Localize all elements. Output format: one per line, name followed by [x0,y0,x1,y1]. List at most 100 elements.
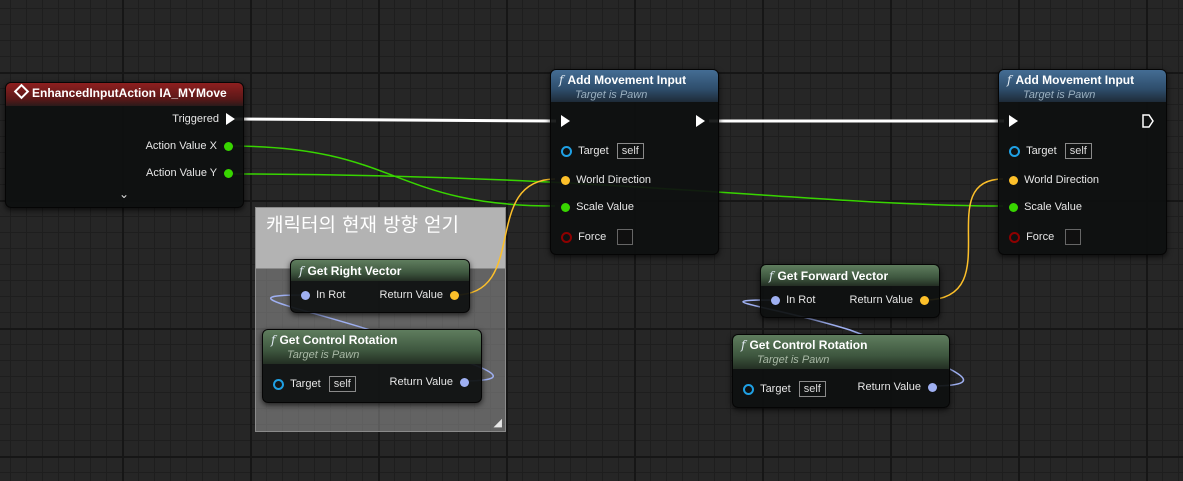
pin-return-value-label: Return Value [857,381,921,393]
pin-in-rot-label: In Rot [786,294,816,306]
exec-pin-icon[interactable] [561,115,570,128]
node-title: Get Control Rotation [279,333,398,347]
pin-target[interactable]: Target self [561,143,644,159]
get-control-rotation-header[interactable]: f Get Control Rotation Target is Pawn [263,330,481,364]
pin-world-direction[interactable]: World Direction [561,174,651,186]
pin-action-value-x-label: Action Value X [145,140,217,152]
rotator-pin-icon[interactable] [771,295,780,305]
node-title: Get Control Rotation [749,338,868,352]
target-self-field[interactable]: self [328,376,356,392]
rotator-pin-icon[interactable] [301,290,310,300]
get-right-vector-header[interactable]: f Get Right Vector [291,260,469,281]
pin-return-value[interactable]: Return Value [850,294,929,306]
pin-action-value-y[interactable]: Action Value Y [146,167,233,179]
exec-pin-icon[interactable] [226,113,235,126]
event-node-header[interactable]: EnhancedInputAction IA_MYMove [6,83,243,106]
force-checkbox[interactable] [1065,229,1082,245]
pin-in-rot[interactable]: In Rot [301,289,345,301]
vector-pin-icon[interactable] [450,290,459,300]
add-movement-input-node-2[interactable]: f Add Movement Input Target is Pawn Targe… [998,69,1167,255]
pin-world-direction[interactable]: World Direction [1009,174,1099,186]
event-diamond-icon [13,83,30,100]
pin-target-label: Target [1026,144,1057,157]
add-movement-input-header[interactable]: f Add Movement Input Target is Pawn [551,70,718,102]
pin-target-label: Target [578,144,609,157]
pin-return-value[interactable]: Return Value [858,381,937,393]
get-right-vector-node[interactable]: f Get Right Vector In Rot Return Value [290,259,470,313]
exec-pin-icon[interactable] [1009,115,1018,128]
pin-triggered-label: Triggered [172,113,219,125]
add-movement-input-header[interactable]: f Add Movement Input Target is Pawn [999,70,1166,102]
pin-force[interactable]: Force [1009,229,1082,245]
bool-pin-icon[interactable] [1009,231,1020,243]
pin-return-value-label: Return Value [379,289,443,301]
exec-out-pin[interactable] [696,115,705,128]
target-self-field[interactable]: self [1064,143,1092,159]
pin-target-label: Target [290,377,321,390]
vector-pin-icon[interactable] [1009,175,1018,185]
exec-in-pin[interactable] [561,115,570,128]
force-checkbox[interactable] [617,229,634,245]
float-pin-icon[interactable] [224,141,233,151]
exec-pin-icon[interactable] [696,115,705,128]
float-pin-icon[interactable] [561,202,570,212]
function-icon: f [271,333,276,347]
get-forward-vector-header[interactable]: f Get Forward Vector [761,265,939,286]
pin-world-direction-label: World Direction [576,174,652,186]
rotator-pin-icon[interactable] [460,377,469,387]
event-node-ia-mymove[interactable]: EnhancedInputAction IA_MYMove Triggered … [5,82,244,208]
float-wire-x [228,145,556,207]
get-control-rotation-node-1[interactable]: f Get Control Rotation Target is Pawn Tar… [262,329,482,403]
node-title: Add Movement Input [1015,73,1135,87]
resize-handle-icon[interactable]: ◢ [494,416,502,429]
node-subtitle: Target is Pawn [757,354,830,366]
bool-pin-icon[interactable] [561,231,572,243]
pin-return-value[interactable]: Return Value [380,289,459,301]
expand-chevron-icon[interactable]: ⌄ [119,187,129,201]
pin-triggered[interactable]: Triggered [172,113,235,126]
node-title: Add Movement Input [567,73,687,87]
pin-force-label: Force [578,230,607,243]
exec-in-pin[interactable] [1009,115,1018,128]
node-title: Get Forward Vector [777,269,889,283]
pin-target[interactable]: Target self [743,381,826,397]
node-subtitle: Target is Pawn [575,89,648,101]
pin-return-value[interactable]: Return Value [390,376,469,388]
pin-action-value-x[interactable]: Action Value X [146,140,233,152]
rotator-pin-icon[interactable] [928,382,937,392]
node-subtitle: Target is Pawn [287,349,360,361]
pin-scale-value[interactable]: Scale Value [1009,201,1082,213]
get-forward-vector-node[interactable]: f Get Forward Vector In Rot Return Value [760,264,940,318]
function-icon: f [741,338,746,352]
target-self-field[interactable]: self [798,381,826,397]
vector-pin-icon[interactable] [920,295,929,305]
object-pin-icon[interactable] [743,383,754,395]
get-control-rotation-node-2[interactable]: f Get Control Rotation Target is Pawn Tar… [732,334,950,408]
pin-action-value-y-label: Action Value Y [145,167,217,179]
pin-in-rot[interactable]: In Rot [771,294,815,306]
pin-target[interactable]: Target self [273,376,356,392]
node-title: Get Right Vector [307,264,402,278]
vector-pin-icon[interactable] [561,175,570,185]
function-icon: f [1007,73,1012,87]
function-icon: f [559,73,564,87]
exec-hollow-pin-icon[interactable] [1142,114,1154,128]
node-subtitle: Target is Pawn [1023,89,1096,101]
float-pin-icon[interactable] [1009,202,1018,212]
pin-force[interactable]: Force [561,229,634,245]
pin-world-direction-label: World Direction [1024,174,1100,186]
object-pin-icon[interactable] [1009,145,1020,157]
object-pin-icon[interactable] [273,378,284,390]
pin-scale-value[interactable]: Scale Value [561,201,634,213]
add-movement-input-node-1[interactable]: f Add Movement Input Target is Pawn Targe… [550,69,719,255]
float-pin-icon[interactable] [224,168,233,178]
get-control-rotation-header[interactable]: f Get Control Rotation Target is Pawn [733,335,949,369]
exec-out-pin-unconnected[interactable] [1142,114,1154,131]
pin-in-rot-label: In Rot [316,289,346,301]
object-pin-icon[interactable] [561,145,572,157]
pin-scale-value-label: Scale Value [1024,201,1082,213]
target-self-field[interactable]: self [616,143,644,159]
pin-target[interactable]: Target self [1009,143,1092,159]
comment-text: 캐릭터의 현재 방향 얻기 [266,214,459,236]
pin-scale-value-label: Scale Value [576,201,634,213]
